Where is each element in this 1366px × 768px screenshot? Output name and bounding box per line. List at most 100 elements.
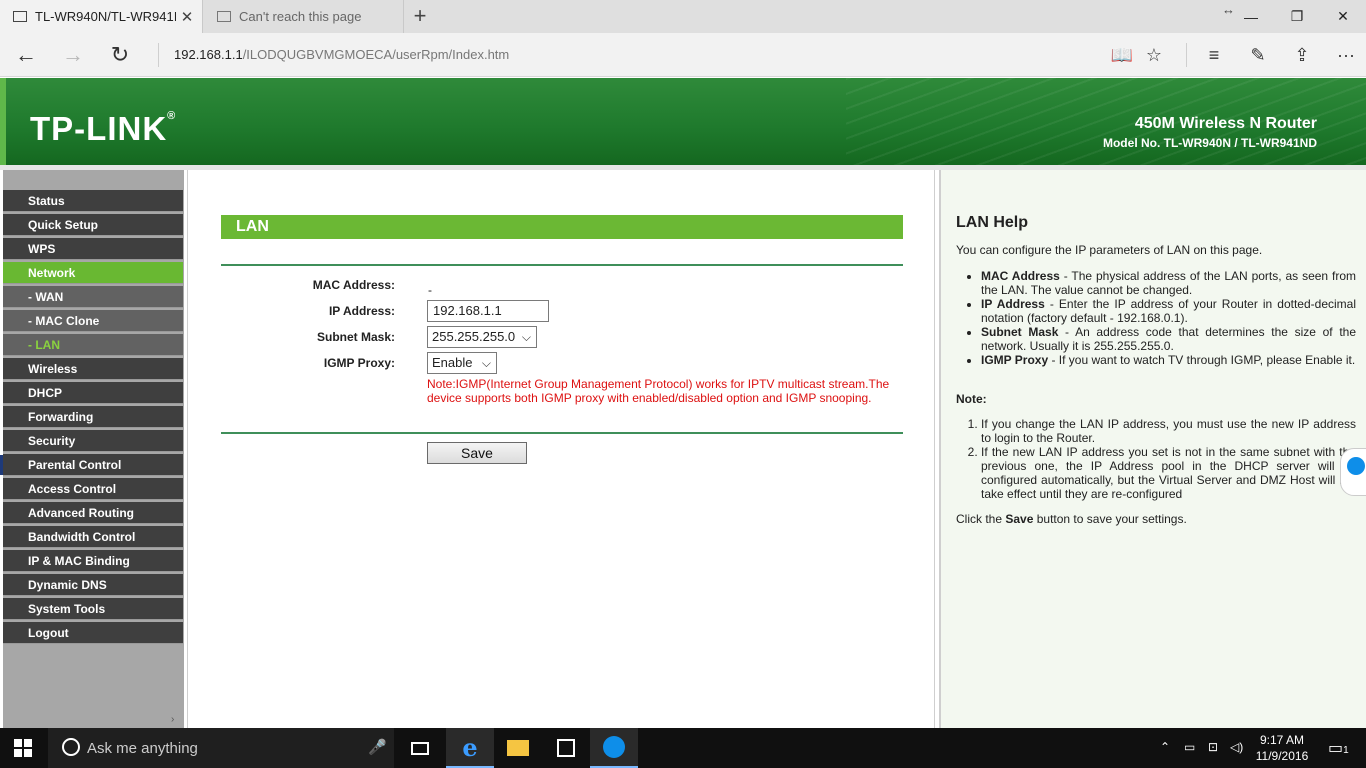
hub-icon[interactable]: ≡	[1199, 41, 1229, 69]
subnet-mask-value: 255.255.255.0	[432, 329, 516, 344]
task-view-icon[interactable]	[396, 728, 444, 768]
taskbar: Ask me anything 🎤 e ⌃ ▭ ⊡ ◁) 9:17 AM 11/…	[0, 728, 1366, 768]
mac-address-value: -	[428, 283, 432, 297]
igmp-proxy-select[interactable]: Enable ⌵	[427, 352, 497, 374]
save-button[interactable]: Save	[427, 442, 527, 464]
chevron-down-icon: ⌵	[521, 330, 531, 344]
refresh-button[interactable]: ↻	[104, 39, 136, 71]
menu-item-dhcp[interactable]: DHCP	[3, 382, 183, 404]
menu-item-advanced-routing[interactable]: Advanced Routing	[3, 502, 183, 524]
search-placeholder: Ask me anything	[87, 740, 198, 757]
menu-item-parental-control[interactable]: Parental Control	[3, 454, 183, 476]
router-banner: TP-LINK® 450M Wireless N Router Model No…	[0, 78, 1366, 167]
chevron-down-icon: ⌵	[481, 356, 491, 370]
store-icon[interactable]	[542, 728, 590, 768]
igmp-proxy-value: Enable	[432, 355, 473, 370]
maximize-button[interactable]: ❐	[1274, 0, 1320, 33]
tab-router[interactable]: TL-WR940N/TL-WR941I ✕	[0, 0, 203, 33]
tab-cant-reach[interactable]: Can't reach this page	[204, 0, 404, 33]
mac-address-label: MAC Address:	[312, 278, 395, 292]
menu-item-logout[interactable]: Logout	[3, 622, 183, 644]
close-tab-icon[interactable]: ✕	[176, 8, 198, 26]
tray-chevron-icon[interactable]: ⌃	[1160, 740, 1170, 754]
tab-strip: TL-WR940N/TL-WR941I ✕ Can't reach this p…	[0, 0, 1366, 33]
minimize-button[interactable]: —	[1228, 0, 1274, 33]
help-panel: LAN Help You can configure the IP parame…	[939, 170, 1366, 728]
edge-marker	[0, 455, 3, 475]
section-title: LAN	[221, 215, 903, 239]
menu-item-ip-mac-binding[interactable]: IP & MAC Binding	[3, 550, 183, 572]
more-icon[interactable]: ···	[1331, 41, 1361, 69]
share-icon[interactable]: ⇪	[1287, 41, 1317, 69]
menu-item-system-tools[interactable]: System Tools	[3, 598, 183, 620]
web-note-icon[interactable]: ✎	[1243, 41, 1273, 69]
model-number: Model No. TL-WR940N / TL-WR941ND	[1102, 136, 1317, 150]
help-title: LAN Help	[956, 214, 1028, 231]
network-icon[interactable]: ⊡	[1208, 740, 1218, 754]
menu-item-lan[interactable]: - LAN	[3, 334, 183, 356]
help-note-label: Note:	[956, 392, 987, 406]
menu-item-bandwidth-control[interactable]: Bandwidth Control	[3, 526, 183, 548]
divider	[221, 432, 903, 434]
start-button[interactable]	[14, 739, 32, 757]
cortana-search[interactable]: Ask me anything 🎤	[48, 728, 394, 768]
edge-browser-icon[interactable]: e	[446, 728, 494, 768]
microphone-icon[interactable]: 🎤	[368, 738, 387, 756]
tab-title: TL-WR940N/TL-WR941I	[35, 9, 176, 24]
forward-button[interactable]: →	[57, 39, 89, 71]
subnet-mask-select[interactable]: 255.255.255.0 ⌵	[427, 326, 537, 348]
ip-address-input[interactable]: 192.168.1.1	[427, 300, 549, 322]
menu-item-wireless[interactable]: Wireless	[3, 358, 183, 380]
list-item: MAC Address - The physical address of th…	[981, 269, 1356, 297]
menu-item-network[interactable]: Network	[3, 262, 183, 284]
menu-item-quick-setup[interactable]: Quick Setup	[3, 214, 183, 236]
menu-item-dynamic-dns[interactable]: Dynamic DNS	[3, 574, 183, 596]
scroll-right-icon[interactable]: ›	[171, 714, 174, 725]
menu-item-status[interactable]: Status	[3, 190, 183, 212]
battery-icon[interactable]: ▭	[1184, 740, 1195, 754]
divider	[221, 264, 903, 266]
page-icon	[217, 11, 231, 22]
tp-link-logo: TP-LINK®	[30, 110, 177, 147]
help-note-list: If you change the LAN IP address, you mu…	[981, 417, 1356, 501]
volume-icon[interactable]: ◁)	[1230, 740, 1243, 754]
cortana-icon	[62, 738, 80, 756]
subnet-mask-label: Subnet Mask:	[316, 330, 395, 344]
url-path: /ILODQUGBVMGMOECA/userRpm/Index.htm	[242, 47, 510, 62]
teamviewer-icon	[1347, 457, 1365, 475]
teamviewer-widget[interactable]	[1340, 448, 1366, 496]
menu-item-security[interactable]: Security	[3, 430, 183, 452]
ip-address-label: IP Address:	[328, 304, 395, 318]
router-menu: Status Quick Setup WPS Network - WAN - MAC Cl…	[3, 170, 184, 728]
menu-item-mac-clone[interactable]: - MAC Clone	[3, 310, 183, 332]
file-explorer-icon[interactable]	[494, 728, 542, 768]
clock-date: 11/9/2016	[1255, 749, 1309, 763]
close-window-button[interactable]: ✕	[1320, 0, 1366, 33]
new-tab-button[interactable]: +	[408, 3, 432, 29]
lan-settings-panel: LAN MAC Address: - IP Address: 192.168.1…	[187, 170, 935, 728]
list-item: IGMP Proxy - If you want to watch TV thr…	[981, 353, 1356, 367]
tab-title: Can't reach this page	[239, 9, 362, 24]
divider	[1186, 43, 1187, 67]
menu-item-wps[interactable]: WPS	[3, 238, 183, 260]
favorite-star-icon[interactable]: ☆	[1139, 41, 1169, 69]
address-bar: ← → ↻ 192.168.1.1/ILODQUGBVMGMOECA/userR…	[0, 33, 1366, 77]
reading-view-icon[interactable]: 📖	[1107, 41, 1137, 69]
list-item: Subnet Mask - An address code that deter…	[981, 325, 1356, 353]
menu-item-access-control[interactable]: Access Control	[3, 478, 183, 500]
action-center-icon[interactable]: ▭1	[1328, 738, 1349, 758]
divider	[158, 43, 159, 67]
help-save-hint: Click the Save button to save your setti…	[956, 512, 1187, 526]
menu-item-wan[interactable]: - WAN	[3, 286, 183, 308]
url-field[interactable]: 192.168.1.1/ILODQUGBVMGMOECA/userRpm/Ind…	[174, 47, 509, 62]
menu-item-forwarding[interactable]: Forwarding	[3, 406, 183, 428]
url-host: 192.168.1.1	[174, 47, 243, 62]
clock[interactable]: 9:17 AM 11/9/2016	[1252, 732, 1312, 764]
list-item: If you change the LAN IP address, you mu…	[981, 417, 1356, 445]
igmp-note: Note:IGMP(Internet Group Management Prot…	[427, 377, 890, 405]
list-item: IP Address - Enter the IP address of you…	[981, 297, 1356, 325]
product-name: 450M Wireless N Router	[1134, 115, 1317, 132]
teamviewer-taskbar-icon[interactable]	[590, 728, 638, 768]
igmp-proxy-label: IGMP Proxy:	[323, 356, 395, 370]
back-button[interactable]: ←	[10, 39, 42, 71]
